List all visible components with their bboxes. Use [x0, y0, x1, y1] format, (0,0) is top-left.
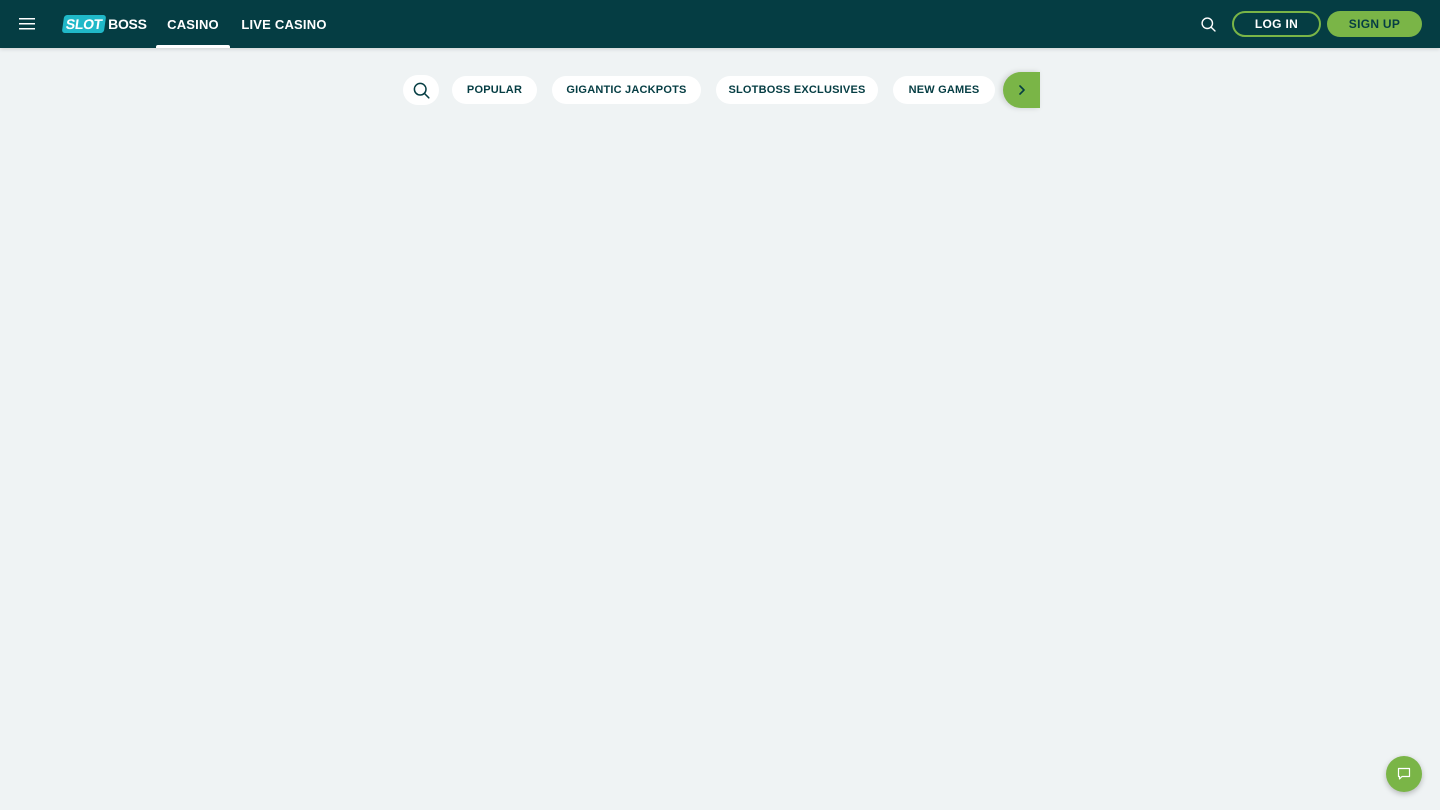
login-button[interactable]: LOG IN	[1232, 11, 1321, 37]
nav-tab-casino[interactable]: CASINO	[156, 0, 230, 48]
logo-slot-text: SLOT	[61, 15, 107, 33]
category-filter-bar: POPULAR GIGANTIC JACKPOTS SLOTBOSS EXCLU…	[403, 72, 1043, 108]
header-search-button[interactable]	[1196, 12, 1220, 36]
hamburger-menu-icon	[19, 18, 35, 30]
category-pill-popular[interactable]: POPULAR	[452, 76, 537, 104]
search-icon	[1200, 16, 1216, 32]
top-header: SLOT BOSS CASINO LIVE CASINO LOG IN SIGN…	[0, 0, 1440, 48]
filter-search-button[interactable]	[403, 75, 439, 105]
chat-bubble-icon	[1397, 767, 1411, 780]
slotboss-logo[interactable]: SLOT BOSS	[61, 14, 147, 34]
scroll-next-button[interactable]	[1003, 72, 1040, 108]
category-pill-new-games[interactable]: NEW GAMES	[893, 76, 995, 104]
signup-button[interactable]: SIGN UP	[1327, 11, 1422, 37]
search-icon	[413, 82, 430, 99]
category-pill-gigantic-jackpots[interactable]: GIGANTIC JACKPOTS	[552, 76, 701, 104]
logo-boss-text: BOSS	[108, 16, 147, 32]
menu-button[interactable]	[14, 11, 40, 37]
category-pill-slotboss-exclusives[interactable]: SLOTBOSS EXCLUSIVES	[716, 76, 878, 104]
nav-tab-live-casino[interactable]: LIVE CASINO	[236, 0, 332, 48]
chat-button[interactable]	[1386, 756, 1422, 792]
chevron-right-icon	[1018, 85, 1025, 95]
